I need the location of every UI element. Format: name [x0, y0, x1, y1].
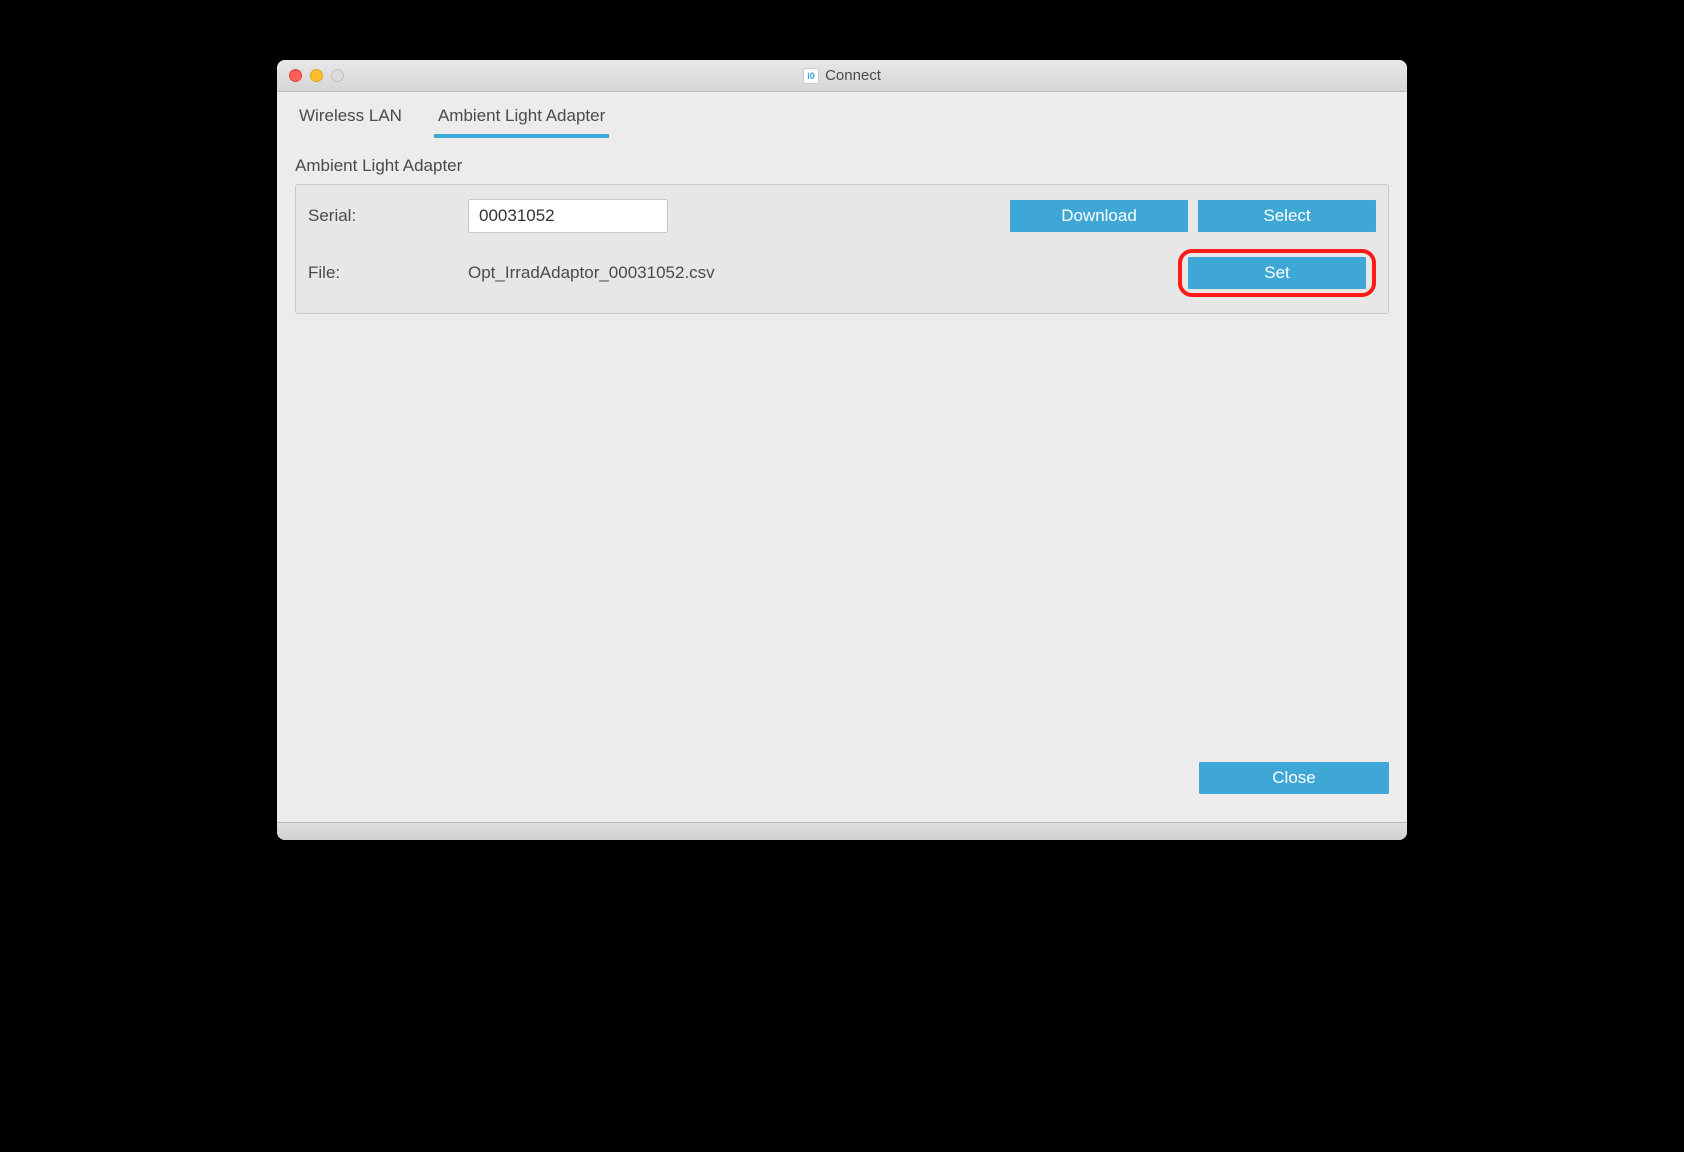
select-button[interactable]: Select	[1198, 200, 1376, 232]
window-title-area: i0 Connect	[803, 67, 881, 84]
set-button[interactable]: Set	[1188, 257, 1366, 289]
file-row: File: Opt_IrradAdaptor_00031052.csv Set	[308, 249, 1376, 297]
maximize-window-icon	[331, 69, 344, 82]
connect-window: i0 Connect Wireless LAN Ambient Light Ad…	[277, 60, 1407, 840]
traffic-lights	[289, 69, 344, 82]
serial-buttons: Download Select	[1010, 200, 1376, 232]
set-button-highlight: Set	[1178, 249, 1376, 297]
window-title: Connect	[825, 67, 881, 84]
close-window-icon[interactable]	[289, 69, 302, 82]
file-value: Opt_IrradAdaptor_00031052.csv	[468, 263, 1178, 283]
ambient-light-panel: Serial: Download Select File: Opt_IrradA…	[295, 184, 1389, 314]
tab-bar: Wireless LAN Ambient Light Adapter	[277, 92, 1407, 138]
footer: Close	[277, 762, 1407, 822]
tab-ambient-light-adapter[interactable]: Ambient Light Adapter	[434, 100, 609, 138]
titlebar: i0 Connect	[277, 60, 1407, 92]
download-button[interactable]: Download	[1010, 200, 1188, 232]
app-icon: i0	[803, 68, 819, 84]
close-button[interactable]: Close	[1199, 762, 1389, 794]
tab-wireless-lan[interactable]: Wireless LAN	[295, 100, 406, 138]
serial-row: Serial: Download Select	[308, 199, 1376, 233]
section-title: Ambient Light Adapter	[277, 138, 1407, 184]
serial-label: Serial:	[308, 206, 468, 226]
bottom-bar	[277, 822, 1407, 840]
serial-input[interactable]	[468, 199, 668, 233]
file-label: File:	[308, 263, 468, 283]
content-area: Wireless LAN Ambient Light Adapter Ambie…	[277, 92, 1407, 822]
minimize-window-icon[interactable]	[310, 69, 323, 82]
